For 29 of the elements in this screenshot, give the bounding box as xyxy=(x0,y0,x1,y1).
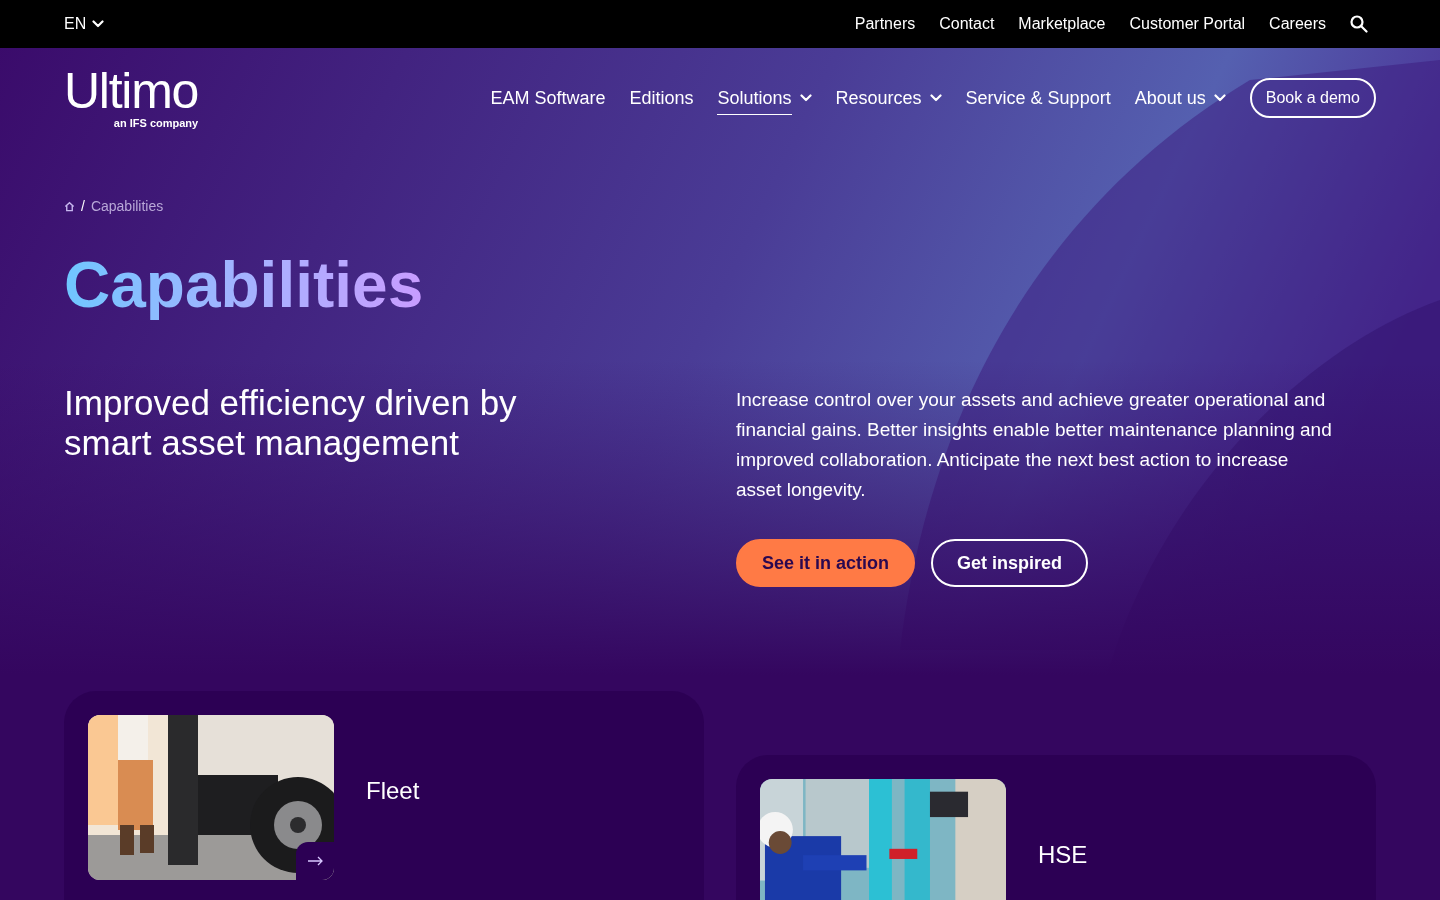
book-demo-button[interactable]: Book a demo xyxy=(1249,78,1376,118)
arrow-right-icon xyxy=(307,856,323,866)
card-title: HSE xyxy=(1038,840,1088,870)
nav-item[interactable]: EAM Software xyxy=(490,81,606,115)
top-link[interactable]: Contact xyxy=(939,12,995,36)
intro-heading: Improved efficiency driven by smart asset management xyxy=(64,383,518,464)
capability-card[interactable]: Fleet xyxy=(64,691,704,900)
top-link[interactable]: Careers xyxy=(1269,12,1326,36)
intro-text: Increase control over your assets and achieve greater operational and financial gains. Better insights enable better maintenance planning and improved collaboration. Anticipate the next best action to increase asset longevity. xyxy=(736,388,1333,502)
language-selector[interactable]: EN xyxy=(64,12,105,36)
card-title: Fleet xyxy=(366,776,420,806)
breadcrumb-separator: / xyxy=(81,197,85,216)
nav-item[interactable]: Resources xyxy=(835,81,942,115)
search-icon[interactable] xyxy=(1350,15,1368,33)
capability-card[interactable]: HSE xyxy=(736,755,1376,900)
breadcrumb-item: Capabilities xyxy=(90,197,164,216)
see-in-action-button[interactable]: See it in action xyxy=(736,539,916,587)
top-link[interactable]: Marketplace xyxy=(1018,12,1106,36)
logo[interactable]: Ultimo xyxy=(64,67,199,114)
nav-item[interactable]: Service & Support xyxy=(965,81,1111,115)
get-inspired-button[interactable]: Get inspired xyxy=(931,539,1089,587)
nav-item[interactable]: About us xyxy=(1134,81,1226,115)
nav-item[interactable]: Editions xyxy=(629,81,694,115)
logo-tagline: an IFS company xyxy=(113,117,199,129)
top-link[interactable]: Partners xyxy=(854,12,916,36)
nav-item[interactable]: Solutions xyxy=(717,81,812,115)
home-icon[interactable] xyxy=(64,201,75,212)
top-link[interactable]: Customer Portal xyxy=(1129,12,1246,36)
chevron-down-icon xyxy=(92,20,105,28)
